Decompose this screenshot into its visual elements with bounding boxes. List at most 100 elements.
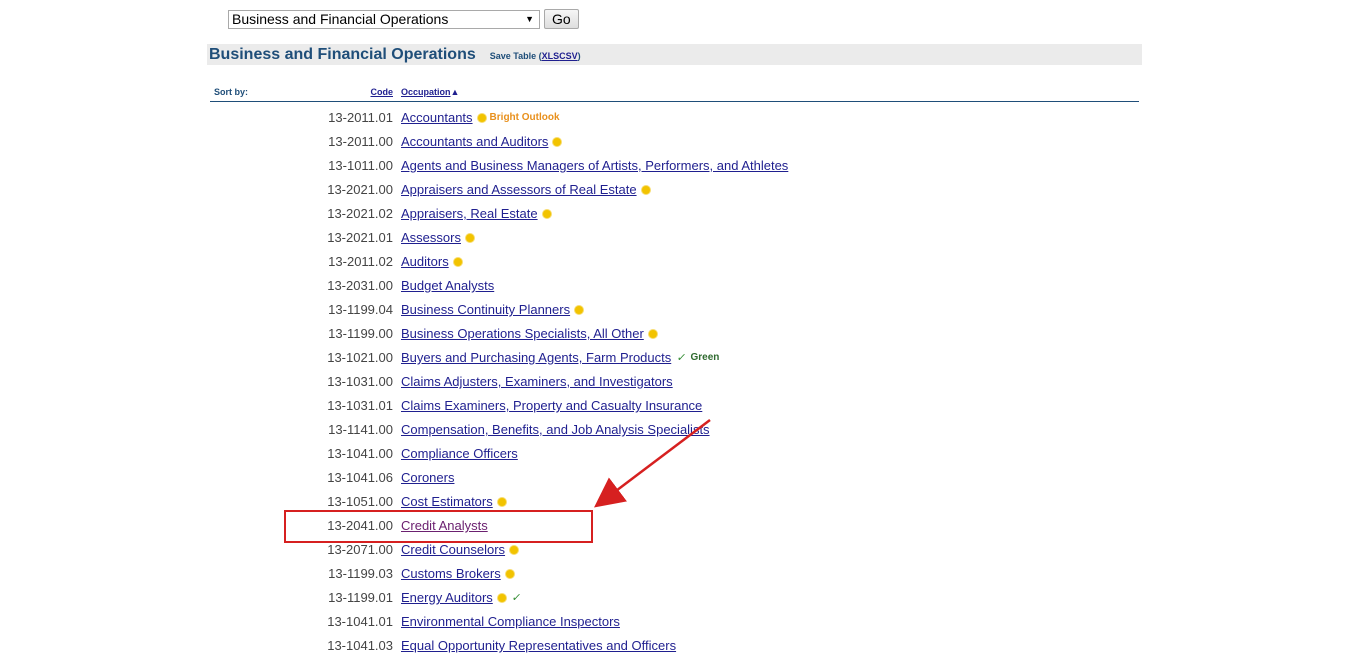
- page-title: Business and Financial Operations: [209, 45, 476, 63]
- occupation-link[interactable]: Assessors: [401, 230, 461, 245]
- occupation-cell: Environmental Compliance Inspectors: [401, 614, 620, 629]
- bright-outlook-icon[interactable]: [505, 569, 514, 578]
- occupation-link[interactable]: Appraisers, Real Estate: [401, 206, 538, 221]
- table-row: 13-1031.01 Claims Examiners, Property and…: [0, 394, 1346, 418]
- bright-outlook-icon[interactable]: [497, 497, 506, 506]
- occupation-code: 13-1199.00: [328, 326, 393, 341]
- occupation-code: 13-2021.02: [327, 206, 393, 221]
- table-row: 13-2031.00 Budget Analysts: [0, 274, 1346, 298]
- green-leaf-icon[interactable]: ✓: [676, 351, 688, 364]
- occupation-link[interactable]: Credit Analysts: [401, 518, 488, 533]
- occupation-cell: Accountants Bright Outlook: [401, 110, 560, 125]
- bright-outlook-icon[interactable]: [641, 185, 650, 194]
- table-row: 13-1199.00 Business Operations Specialist…: [0, 322, 1346, 346]
- sort-by-code-link[interactable]: Code: [371, 87, 394, 97]
- occupation-cell: Equal Opportunity Representatives and Of…: [401, 638, 676, 653]
- green-leaf-icon[interactable]: ✓: [511, 591, 523, 604]
- occupation-code: 13-1011.00: [328, 158, 393, 173]
- table-row: 13-2021.00 Appraisers and Assessors of Re…: [0, 178, 1346, 202]
- bright-outlook-icon[interactable]: [453, 257, 462, 266]
- table-row: 13-2011.01 Accountants Bright Outlook: [0, 106, 1346, 130]
- occupation-cell: Agents and Business Managers of Artists,…: [401, 158, 788, 173]
- bright-outlook-icon[interactable]: [648, 329, 657, 338]
- bright-outlook-icon[interactable]: [477, 113, 486, 122]
- occupation-cell: Auditors: [401, 254, 462, 269]
- table-row: 13-2071.00 Credit Counselors: [0, 538, 1346, 562]
- occupation-code: 13-2071.00: [327, 542, 393, 557]
- dropdown-arrow-icon: ▼: [525, 13, 534, 24]
- table-row: 13-2011.00 Accountants and Auditors: [0, 130, 1346, 154]
- occupation-cell: Appraisers and Assessors of Real Estate: [401, 182, 650, 197]
- bright-outlook-icon[interactable]: [465, 233, 474, 242]
- occupation-link[interactable]: Accountants and Auditors: [401, 134, 548, 149]
- occupation-link[interactable]: Claims Adjusters, Examiners, and Investi…: [401, 374, 673, 389]
- sort-occupation-label: Occupation: [401, 87, 451, 97]
- occupation-code: 13-1141.00: [328, 422, 393, 437]
- save-table-suffix: ): [577, 51, 581, 61]
- bright-outlook-icon[interactable]: [510, 545, 519, 554]
- occupation-cell: Customs Brokers: [401, 566, 514, 581]
- occupation-link[interactable]: Equal Opportunity Representatives and Of…: [401, 638, 676, 653]
- occupation-code: 13-2021.01: [327, 230, 393, 245]
- bright-outlook-icon[interactable]: [575, 305, 584, 314]
- occupation-link[interactable]: Buyers and Purchasing Agents, Farm Produ…: [401, 350, 671, 365]
- occupation-cell: Cost Estimators: [401, 494, 506, 509]
- occupation-link[interactable]: Auditors: [401, 254, 449, 269]
- occupation-link[interactable]: Credit Counselors: [401, 542, 505, 557]
- occupation-cell: Credit Analysts: [401, 518, 488, 533]
- table-row: 13-1011.00 Agents and Business Managers o…: [0, 154, 1346, 178]
- occupation-list: 13-2011.01 Accountants Bright Outlook 13-20…: [0, 106, 1346, 658]
- occupation-cell: Compensation, Benefits, and Job Analysis…: [401, 422, 710, 437]
- family-select[interactable]: Business and Financial Operations ▼: [228, 9, 540, 29]
- table-row: 13-2021.02 Appraisers, Real Estate: [0, 202, 1346, 226]
- occupation-cell: Assessors: [401, 230, 474, 245]
- occupation-link[interactable]: Coroners: [401, 470, 454, 485]
- occupation-link[interactable]: Business Operations Specialists, All Oth…: [401, 326, 644, 341]
- go-button[interactable]: Go: [544, 9, 579, 29]
- table-row: 13-1021.00 Buyers and Purchasing Agents, …: [0, 346, 1346, 370]
- occupation-cell: Claims Adjusters, Examiners, and Investi…: [401, 374, 673, 389]
- bright-outlook-icon[interactable]: [542, 209, 551, 218]
- occupation-code: 13-1031.00: [327, 374, 393, 389]
- occupation-link[interactable]: Accountants: [401, 110, 473, 125]
- occupation-link[interactable]: Customs Brokers: [401, 566, 501, 581]
- bright-outlook-label[interactable]: Bright Outlook: [490, 112, 560, 123]
- table-row: 13-1031.00 Claims Adjusters, Examiners, a…: [0, 370, 1346, 394]
- occupation-code: 13-1041.06: [327, 470, 393, 485]
- green-label[interactable]: Green: [690, 352, 719, 363]
- occupation-cell: Energy Auditors ✓: [401, 590, 523, 605]
- table-row: 13-1141.00 Compensation, Benefits, and Jo…: [0, 418, 1346, 442]
- table-row: 13-1199.04 Business Continuity Planners: [0, 298, 1346, 322]
- occupation-link[interactable]: Business Continuity Planners: [401, 302, 570, 317]
- sort-header: Sort by: Code Occupation▲: [210, 86, 1139, 102]
- occupation-code: 13-2011.02: [328, 254, 393, 269]
- occupation-link[interactable]: Agents and Business Managers of Artists,…: [401, 158, 788, 173]
- occupation-link[interactable]: Budget Analysts: [401, 278, 494, 293]
- sort-by-occupation-link[interactable]: Occupation▲: [401, 87, 459, 97]
- occupation-family-selector: Business and Financial Operations ▼ Go: [228, 9, 579, 29]
- occupation-code: 13-1041.01: [327, 614, 393, 629]
- occupation-cell: Buyers and Purchasing Agents, Farm Produ…: [401, 350, 719, 365]
- occupation-cell: Budget Analysts: [401, 278, 494, 293]
- save-table: Save Table (XLSCSV): [490, 51, 581, 61]
- occupation-link[interactable]: Environmental Compliance Inspectors: [401, 614, 620, 629]
- table-row: 13-1041.01 Environmental Compliance Inspe…: [0, 610, 1346, 634]
- save-csv-link[interactable]: CSV: [559, 51, 578, 61]
- occupation-cell: Claims Examiners, Property and Casualty …: [401, 398, 702, 413]
- bright-outlook-icon[interactable]: [497, 593, 506, 602]
- table-row: 13-1051.00 Cost Estimators: [0, 490, 1346, 514]
- occupation-link[interactable]: Compliance Officers: [401, 446, 518, 461]
- occupation-cell: Business Continuity Planners: [401, 302, 584, 317]
- table-row: 13-2021.01 Assessors: [0, 226, 1346, 250]
- occupation-code: 13-2011.00: [328, 134, 393, 149]
- occupation-link[interactable]: Energy Auditors: [401, 590, 493, 605]
- occupation-link[interactable]: Cost Estimators: [401, 494, 493, 509]
- occupation-code: 13-1041.00: [327, 446, 393, 461]
- bright-outlook-icon[interactable]: [553, 137, 562, 146]
- occupation-link[interactable]: Compensation, Benefits, and Job Analysis…: [401, 422, 710, 437]
- table-row: 13-1041.03 Equal Opportunity Representati…: [0, 634, 1346, 658]
- occupation-link[interactable]: Appraisers and Assessors of Real Estate: [401, 182, 637, 197]
- section-header: Business and Financial Operations Save T…: [207, 44, 1142, 65]
- save-xls-link[interactable]: XLS: [542, 51, 560, 61]
- occupation-link[interactable]: Claims Examiners, Property and Casualty …: [401, 398, 702, 413]
